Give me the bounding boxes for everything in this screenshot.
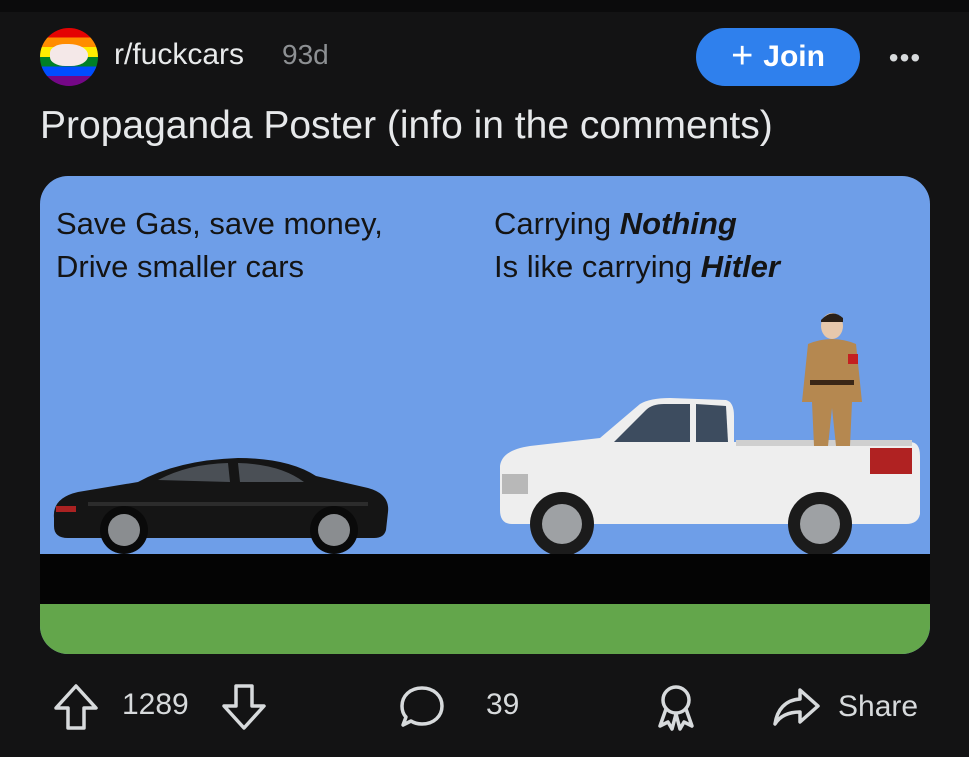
more-icon[interactable]: ••• xyxy=(882,42,928,73)
sedan-illustration xyxy=(53,458,389,554)
post-age: 93d xyxy=(282,39,329,70)
join-label: Join xyxy=(763,40,825,73)
vote-score: 1289 xyxy=(122,688,189,721)
poster-left-line2: Drive smaller cars xyxy=(56,249,305,284)
poster-left-line1: Save Gas, save money, xyxy=(56,206,383,241)
comment-icon[interactable] xyxy=(398,682,446,732)
post-actions: 1289 39 Share xyxy=(0,670,969,742)
share-button[interactable]: Share xyxy=(772,682,918,732)
award-icon[interactable] xyxy=(652,682,700,732)
post-header: r/fuckcars 93d + Join ••• xyxy=(40,28,930,86)
comment-count[interactable]: 39 xyxy=(486,688,519,722)
community-avatar[interactable] xyxy=(40,28,98,86)
post-title[interactable]: Propaganda Poster (info in the comments) xyxy=(40,104,773,148)
poster-right-line2-bold: Hitler xyxy=(700,249,780,284)
grass-strip xyxy=(40,604,930,654)
poster-right-line1-prefix: Carrying xyxy=(494,206,620,241)
downvote-icon[interactable] xyxy=(220,682,268,732)
poster-right-line2: Is like carrying Hitler xyxy=(494,245,780,288)
share-icon xyxy=(773,688,820,726)
poster-caption-left: Save Gas, save money, Drive smaller cars xyxy=(56,202,383,288)
poster-right-line1: Carrying Nothing xyxy=(494,202,780,245)
road xyxy=(40,554,930,604)
plus-icon: + xyxy=(731,34,754,77)
join-button[interactable]: + Join xyxy=(696,28,860,86)
post-image[interactable]: Save Gas, save money, Drive smaller cars… xyxy=(40,176,930,654)
top-divider xyxy=(0,0,969,12)
share-label: Share xyxy=(838,690,919,723)
figure-illustration xyxy=(802,313,862,446)
upvote-icon[interactable] xyxy=(52,682,100,732)
poster-right-line1-bold: Nothing xyxy=(619,206,737,241)
subreddit-name[interactable]: r/fuckcars xyxy=(114,38,244,72)
avatar-mascot xyxy=(50,44,88,66)
poster-right-line2-prefix: Is like carrying xyxy=(494,249,701,284)
poster-caption-right: Carrying Nothing Is like carrying Hitler xyxy=(494,202,780,288)
